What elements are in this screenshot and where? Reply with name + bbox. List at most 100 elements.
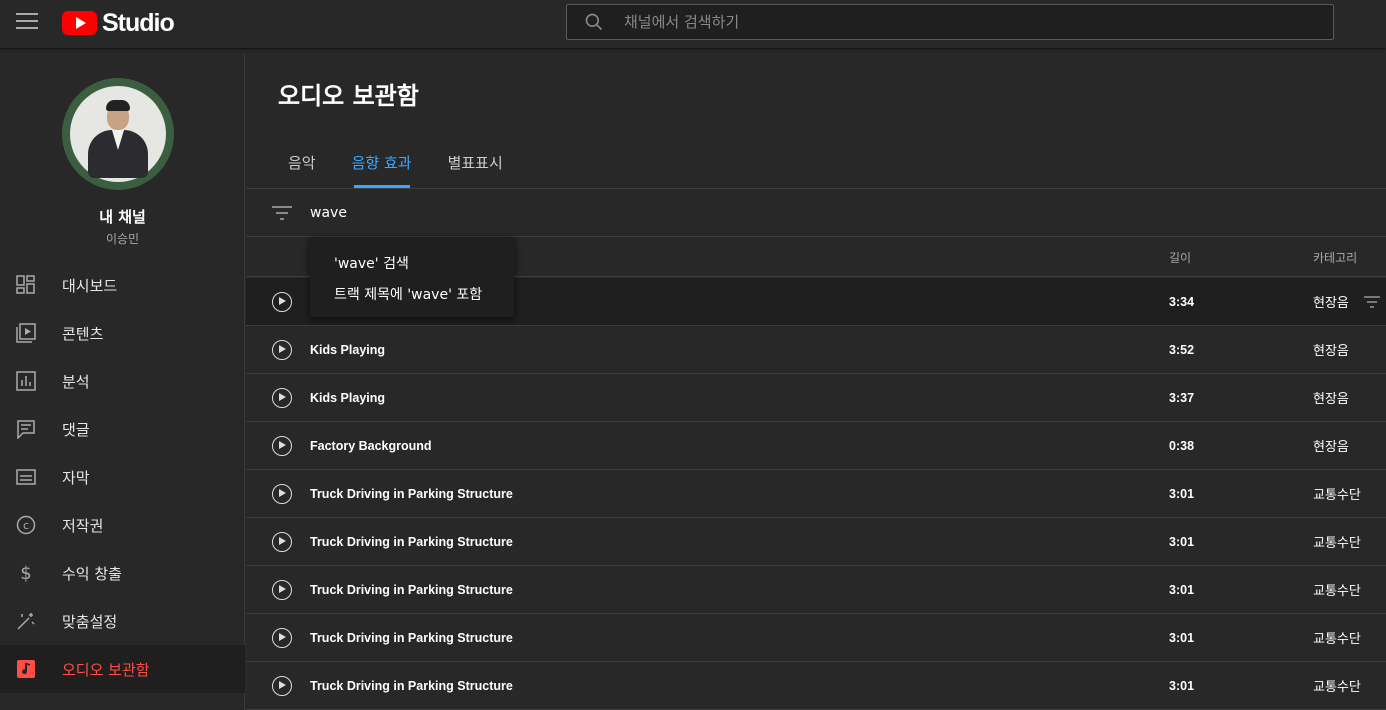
play-icon[interactable] bbox=[272, 532, 292, 552]
sidebar-item-copyright[interactable]: c 저작권 bbox=[0, 501, 245, 549]
track-length: 3:01 bbox=[1169, 582, 1195, 597]
track-length: 3:34 bbox=[1169, 294, 1195, 309]
sidebar-item-label: 댓글 bbox=[62, 420, 90, 439]
play-icon[interactable] bbox=[272, 292, 292, 312]
top-bar: Studio bbox=[0, 0, 1386, 48]
sidebar-item-monetization[interactable]: $ 수익 창출 bbox=[0, 549, 245, 597]
play-icon[interactable] bbox=[272, 340, 292, 360]
sidebar-item-customization[interactable]: 맞춤설정 bbox=[0, 597, 245, 645]
subtitles-icon bbox=[14, 465, 38, 489]
table-row[interactable]: Kids Playing 3:37 현장음 bbox=[246, 374, 1386, 422]
sidebar-item-label: 수익 창출 bbox=[62, 564, 122, 583]
sidebar-item-label: 저작권 bbox=[62, 516, 104, 535]
track-title: Factory Background bbox=[310, 438, 432, 453]
logo-text: Studio bbox=[102, 8, 175, 37]
sidebar-item-analytics[interactable]: 분석 bbox=[0, 357, 245, 405]
table-row[interactable]: Kids Playing 3:52 현장음 bbox=[246, 326, 1386, 374]
track-category: 교통수단 bbox=[1313, 536, 1361, 551]
track-list: 3:34 현장음 Kids Playing 3:52 현장음 Kids Play… bbox=[246, 278, 1386, 710]
youtube-play-logo-icon bbox=[62, 11, 97, 35]
sidebar-item-subtitles[interactable]: 자막 bbox=[0, 453, 245, 501]
track-length: 3:01 bbox=[1169, 678, 1195, 693]
sidebar-item-audio-library[interactable]: 오디오 보관함 bbox=[0, 645, 245, 693]
play-icon[interactable] bbox=[272, 580, 292, 600]
track-category: 교통수단 bbox=[1313, 584, 1361, 599]
track-length: 3:37 bbox=[1169, 390, 1195, 405]
sidebar-nav: 대시보드 콘텐츠 분석 댓글 자막 c 저작권 $ 수익 창출 맞춤설정 오디오… bbox=[0, 261, 245, 693]
track-title: Truck Driving in Parking Structure bbox=[310, 486, 513, 501]
track-length: 3:01 bbox=[1169, 486, 1195, 501]
channel-name: 내 채널 bbox=[99, 208, 146, 226]
track-length: 0:38 bbox=[1169, 438, 1195, 453]
play-icon[interactable] bbox=[272, 436, 292, 456]
table-row[interactable]: Truck Driving in Parking Structure 3:01 … bbox=[246, 662, 1386, 710]
track-category: 현장음 bbox=[1313, 440, 1349, 455]
sidebar-item-label: 오디오 보관함 bbox=[62, 660, 150, 679]
copyright-icon: c bbox=[14, 513, 38, 537]
youtube-studio-logo[interactable]: Studio bbox=[62, 8, 175, 37]
track-category: 교통수단 bbox=[1313, 680, 1361, 695]
filter-icon[interactable] bbox=[272, 205, 292, 221]
track-title: Truck Driving in Parking Structure bbox=[310, 534, 513, 549]
track-category: 현장음 bbox=[1313, 392, 1349, 407]
table-row[interactable]: Truck Driving in Parking Structure 3:01 … bbox=[246, 518, 1386, 566]
filter-bar[interactable]: wave bbox=[246, 189, 1386, 237]
play-icon[interactable] bbox=[272, 628, 292, 648]
filter-input-text[interactable]: wave bbox=[310, 205, 347, 221]
audio-library-icon bbox=[14, 657, 38, 681]
track-length: 3:01 bbox=[1169, 534, 1195, 549]
play-icon[interactable] bbox=[272, 676, 292, 696]
title-contains-wave-option[interactable]: 트랙 제목에 'wave' 포함 bbox=[310, 278, 514, 309]
sidebar-item-label: 자막 bbox=[62, 468, 90, 487]
magic-wand-icon bbox=[14, 609, 38, 633]
sidebar-item-label: 콘텐츠 bbox=[62, 324, 104, 343]
sidebar-item-dashboard[interactable]: 대시보드 bbox=[0, 261, 245, 309]
search-icon bbox=[585, 13, 603, 31]
track-title: Kids Playing bbox=[310, 390, 386, 405]
dollar-icon: $ bbox=[14, 561, 38, 585]
track-category: 현장음 bbox=[1313, 296, 1349, 311]
table-row[interactable]: Truck Driving in Parking Structure 3:01 … bbox=[246, 614, 1386, 662]
column-header-length[interactable]: 길이 bbox=[1169, 249, 1191, 266]
channel-avatar[interactable] bbox=[62, 78, 174, 190]
tab-music[interactable]: 음악 bbox=[270, 136, 334, 188]
hamburger-menu-icon[interactable] bbox=[16, 13, 38, 31]
track-category: 현장음 bbox=[1313, 344, 1349, 359]
dashboard-icon bbox=[14, 273, 38, 297]
sidebar: 내 채널 이승민 대시보드 콘텐츠 분석 댓글 자막 c 저작권 $ 수익 창출… bbox=[0, 54, 245, 710]
track-title: Kids Playing bbox=[310, 342, 386, 357]
track-length: 3:52 bbox=[1169, 342, 1195, 357]
content-icon bbox=[14, 321, 38, 345]
sidebar-item-content[interactable]: 콘텐츠 bbox=[0, 309, 245, 357]
column-header-category[interactable]: 카테고리 bbox=[1313, 249, 1357, 266]
search-bar[interactable] bbox=[566, 4, 1334, 40]
sidebar-item-label: 맞춤설정 bbox=[62, 612, 118, 631]
comments-icon bbox=[14, 417, 38, 441]
table-row[interactable]: Truck Driving in Parking Structure 3:01 … bbox=[246, 470, 1386, 518]
analytics-icon bbox=[14, 369, 38, 393]
tab-sound-effects[interactable]: 음향 효과 bbox=[334, 136, 430, 188]
play-icon[interactable] bbox=[272, 484, 292, 504]
sidebar-item-label: 대시보드 bbox=[62, 276, 118, 295]
search-input[interactable] bbox=[624, 13, 1224, 31]
tab-bar: 음악 음향 효과 별표표시 bbox=[270, 136, 521, 188]
main-content: 오디오 보관함 음악 음향 효과 별표표시 wave 길이 카테고리 3:34 … bbox=[246, 54, 1386, 710]
channel-owner-name: 이승민 bbox=[105, 232, 140, 246]
play-icon[interactable] bbox=[272, 388, 292, 408]
track-title: Truck Driving in Parking Structure bbox=[310, 630, 513, 645]
svg-text:c: c bbox=[23, 519, 29, 532]
filter-icon[interactable] bbox=[1364, 295, 1380, 309]
track-category: 교통수단 bbox=[1313, 632, 1361, 647]
page-title: 오디오 보관함 bbox=[278, 82, 419, 110]
table-row[interactable]: Truck Driving in Parking Structure 3:01 … bbox=[246, 566, 1386, 614]
sidebar-item-comments[interactable]: 댓글 bbox=[0, 405, 245, 453]
search-wave-option[interactable]: 'wave' 검색 bbox=[310, 247, 514, 278]
track-category: 교통수단 bbox=[1313, 488, 1361, 503]
filter-suggestion-dropdown: 'wave' 검색 트랙 제목에 'wave' 포함 bbox=[310, 237, 514, 317]
track-title: Truck Driving in Parking Structure bbox=[310, 678, 513, 693]
table-row[interactable]: Factory Background 0:38 현장음 bbox=[246, 422, 1386, 470]
svg-text:$: $ bbox=[20, 563, 31, 583]
tab-starred[interactable]: 별표표시 bbox=[430, 136, 521, 188]
track-title: Truck Driving in Parking Structure bbox=[310, 582, 513, 597]
sidebar-item-label: 분석 bbox=[62, 372, 90, 391]
